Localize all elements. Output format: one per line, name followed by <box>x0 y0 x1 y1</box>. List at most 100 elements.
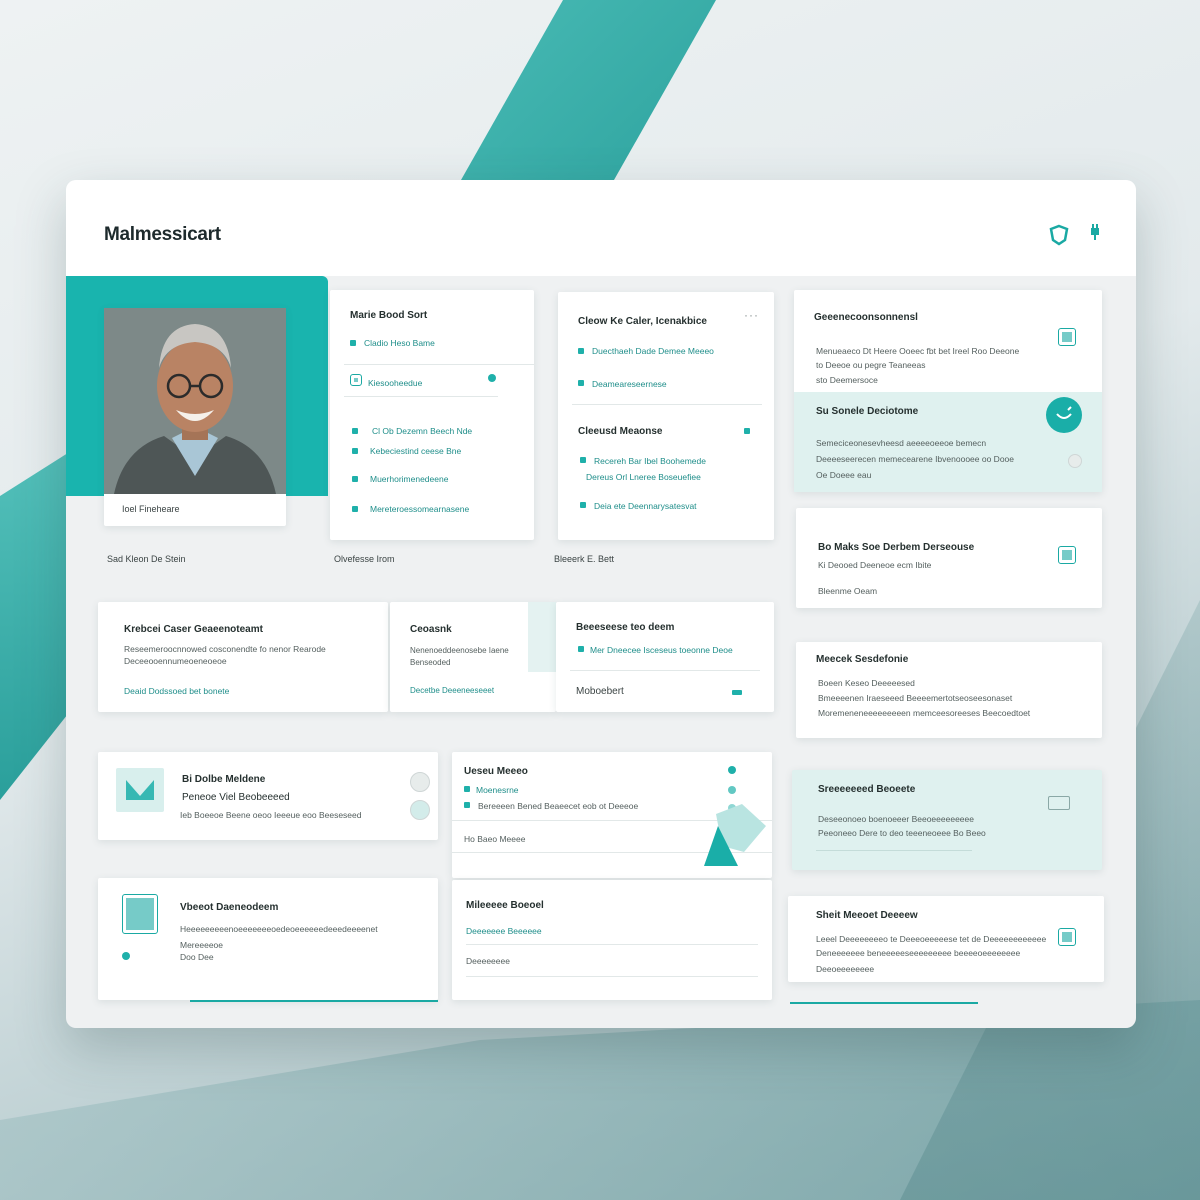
list-bullet <box>580 457 586 463</box>
card-k-line: Mereeeeoe <box>180 940 224 950</box>
card-list-b: Cleow Ke Caler, Icenakbice ··· Duecthaeh… <box>558 292 774 540</box>
list-bullet <box>580 502 586 508</box>
list-item[interactable]: Cl Ob Dezemn Beech Nde <box>372 426 472 436</box>
list-bullet <box>352 506 358 512</box>
divider <box>572 404 762 405</box>
profile-caption: Sad Kleon De Stein <box>107 554 186 564</box>
list-item[interactable]: Moenesrne <box>476 785 519 795</box>
profile-card[interactable]: Ioel Fineheare <box>104 308 286 526</box>
list-item[interactable]: Mereteroessomearnasene <box>370 504 469 514</box>
card-g-line: Nenenoeddeenosebe Iaene <box>410 646 509 655</box>
card-k-line: Doo Dee <box>180 952 214 962</box>
card-n-line: Leeel Deeeeeeeeo te Deeeoeeeeese tet de … <box>816 934 1047 944</box>
list-bullet <box>350 340 356 346</box>
card-n-title: Sheit Meeoet Deeeew <box>816 910 918 921</box>
card-c-highlight: Su Sonele Deciotome Semeciceonesevheesd … <box>794 392 1102 492</box>
list-bullet <box>464 802 470 808</box>
chevron-down-icon[interactable] <box>1068 454 1082 468</box>
profile-photo <box>104 308 286 494</box>
divider <box>816 850 972 851</box>
list-bullet <box>578 646 584 652</box>
card-info-i: Sreeeeeeed Beoeete Deseeonoeo boenoeeer … <box>792 770 1102 870</box>
card-icon[interactable] <box>1048 796 1070 810</box>
card-c-line: to Deeoe ou pegre Teaneeas <box>816 360 926 370</box>
list-bullet <box>578 380 584 386</box>
card-info-e: Meecek Sesdefonie Boeen Keseo Deeeeesed … <box>796 642 1102 738</box>
card-i-title: Sreeeeeeed Beoeete <box>818 784 916 795</box>
toggle-dot[interactable] <box>488 374 496 382</box>
card-d-title: Bo Maks Soe Derbem Derseouse <box>818 542 975 553</box>
list-item[interactable]: Dereus Orl Lneree Boseuefiee <box>586 472 701 482</box>
more-icon[interactable]: ··· <box>744 308 759 322</box>
card-n-line: Deeoeeeeeeee <box>816 964 875 974</box>
bookmark-icon[interactable] <box>1058 328 1076 346</box>
card-j-subtitle: Peneoe Viel Beobeeeed <box>182 792 290 803</box>
card-l-line: Ho Baeo Meeee <box>464 834 526 844</box>
card-b-section-title: Cleeusd Meaonse <box>578 426 663 437</box>
list-bullet <box>464 786 470 792</box>
card-info-l: Ueseu Meeeo Moenesrne Bereeeen Bened Bea… <box>452 752 772 878</box>
settings-icon[interactable] <box>410 800 430 820</box>
avatar-icon[interactable] <box>410 772 430 792</box>
list-item[interactable]: Muerhorimenedeene <box>370 474 448 484</box>
card-g-accent <box>528 602 556 672</box>
card-g-line: Benseoded <box>410 658 451 667</box>
card-info-h: Beeeseese teo deem Mer Dneecee Isceseus … <box>556 602 774 712</box>
card-k-line: Heeeeeeeeenoeeeeeeeoedeoeeeeeedeeedeeeen… <box>180 924 378 934</box>
card-info-g: Ceoasnk Nenenoeddeenosebe Iaene Benseode… <box>390 602 556 712</box>
document-icon[interactable] <box>1058 546 1076 564</box>
list-item[interactable]: Deia ete Deennarysatesvat <box>594 501 697 511</box>
flag-icon[interactable] <box>744 428 750 434</box>
app-window: Malmessicart Ioel Fineheare Sad Kleon De… <box>66 180 1136 1028</box>
image-icon[interactable] <box>1058 928 1076 946</box>
card-a-title: Marie Bood Sort <box>350 310 428 321</box>
plug-icon[interactable] <box>1088 224 1102 240</box>
app-title: Malmessicart <box>104 224 221 245</box>
list-item[interactable]: Kebeciestind ceese Bne <box>370 446 461 456</box>
card-info-c: Geeenecoonsonnensl Menueaeco Dt Heere Oo… <box>794 290 1102 492</box>
card-f-line: Reseemeroocnnowed cosconendte fo nenor R… <box>124 644 326 654</box>
card-info-n: Sheit Meeoet Deeeew Leeel Deeeeeeeeo te … <box>788 896 1104 982</box>
card-a-caption: Olvefesse Irom <box>334 554 395 564</box>
card-e-line: Boeen Keseo Deeeeesed <box>818 678 915 688</box>
list-item[interactable]: Deameareseernese <box>592 379 667 389</box>
list-item[interactable]: Duecthaeh Dade Demee Meeeo <box>592 346 714 356</box>
card-l-title: Ueseu Meeeo <box>464 766 528 777</box>
list-item[interactable]: Kiesooheedue <box>368 378 422 388</box>
app-header: Malmessicart <box>66 180 1136 276</box>
list-bullet <box>578 348 584 354</box>
card-h-title: Beeeseese teo deem <box>576 622 675 633</box>
list-bullet <box>352 476 358 482</box>
list-item[interactable]: Bereeeen Bened Beaeecet eob ot Deeeoe <box>478 801 638 811</box>
status-dot <box>728 786 736 794</box>
card-j-title: Bi Dolbe Meldene <box>182 774 266 785</box>
card-d-line: Ki Deooed Deeneoe ecm Ibite <box>818 560 932 570</box>
card-c-mint-title: Su Sonele Deciotome <box>816 406 919 417</box>
card-d-line: Bleenme Oeam <box>818 586 878 596</box>
card-info-d: Bo Maks Soe Derbem Derseouse Ki Deooed D… <box>796 508 1102 608</box>
card-b-caption: Bleeerk E. Bett <box>554 554 615 564</box>
list-item[interactable]: Recereh Bar Ibel Boohemede <box>594 456 706 466</box>
card-g-link[interactable]: Decetbe Deeeneeseeet <box>410 686 494 695</box>
minimize-icon[interactable] <box>732 690 742 695</box>
card-k-title: Vbeeot Daeneodeem <box>180 902 279 913</box>
list-item[interactable]: Cladio Heso Bame <box>364 338 435 348</box>
divider <box>344 396 498 397</box>
status-dot <box>122 952 130 960</box>
card-m-link[interactable]: Deeeeeee Beeeeee <box>466 926 542 936</box>
card-list-a: Marie Bood Sort Cladio Heso Bame Kiesooh… <box>330 290 534 540</box>
card-c-line: sto Deemersoce <box>816 375 878 385</box>
card-e-title: Meecek Sesdefonie <box>816 654 909 665</box>
card-f-link[interactable]: Deaid Dodssoed bet bonete <box>124 686 229 696</box>
card-info-j: Bi Dolbe Meldene Peneoe Viel Beobeeeed I… <box>98 752 438 840</box>
card-b-title: Cleow Ke Caler, Icenakbice <box>578 316 707 327</box>
profile-name-caption: Ioel Fineheare <box>122 504 180 514</box>
divider <box>466 944 758 945</box>
shield-icon[interactable] <box>1048 224 1070 246</box>
card-c-title: Geeenecoonsonnensl <box>814 312 918 323</box>
chat-button[interactable] <box>1046 397 1082 433</box>
file-icon <box>122 894 158 934</box>
card-f-title: Krebcei Caser Geaeenoteamt <box>124 624 263 635</box>
card-h-line[interactable]: Mer Dneecee Isceseus toeonne Deoe <box>590 645 733 655</box>
card-h-footer: Moboebert <box>576 686 624 697</box>
